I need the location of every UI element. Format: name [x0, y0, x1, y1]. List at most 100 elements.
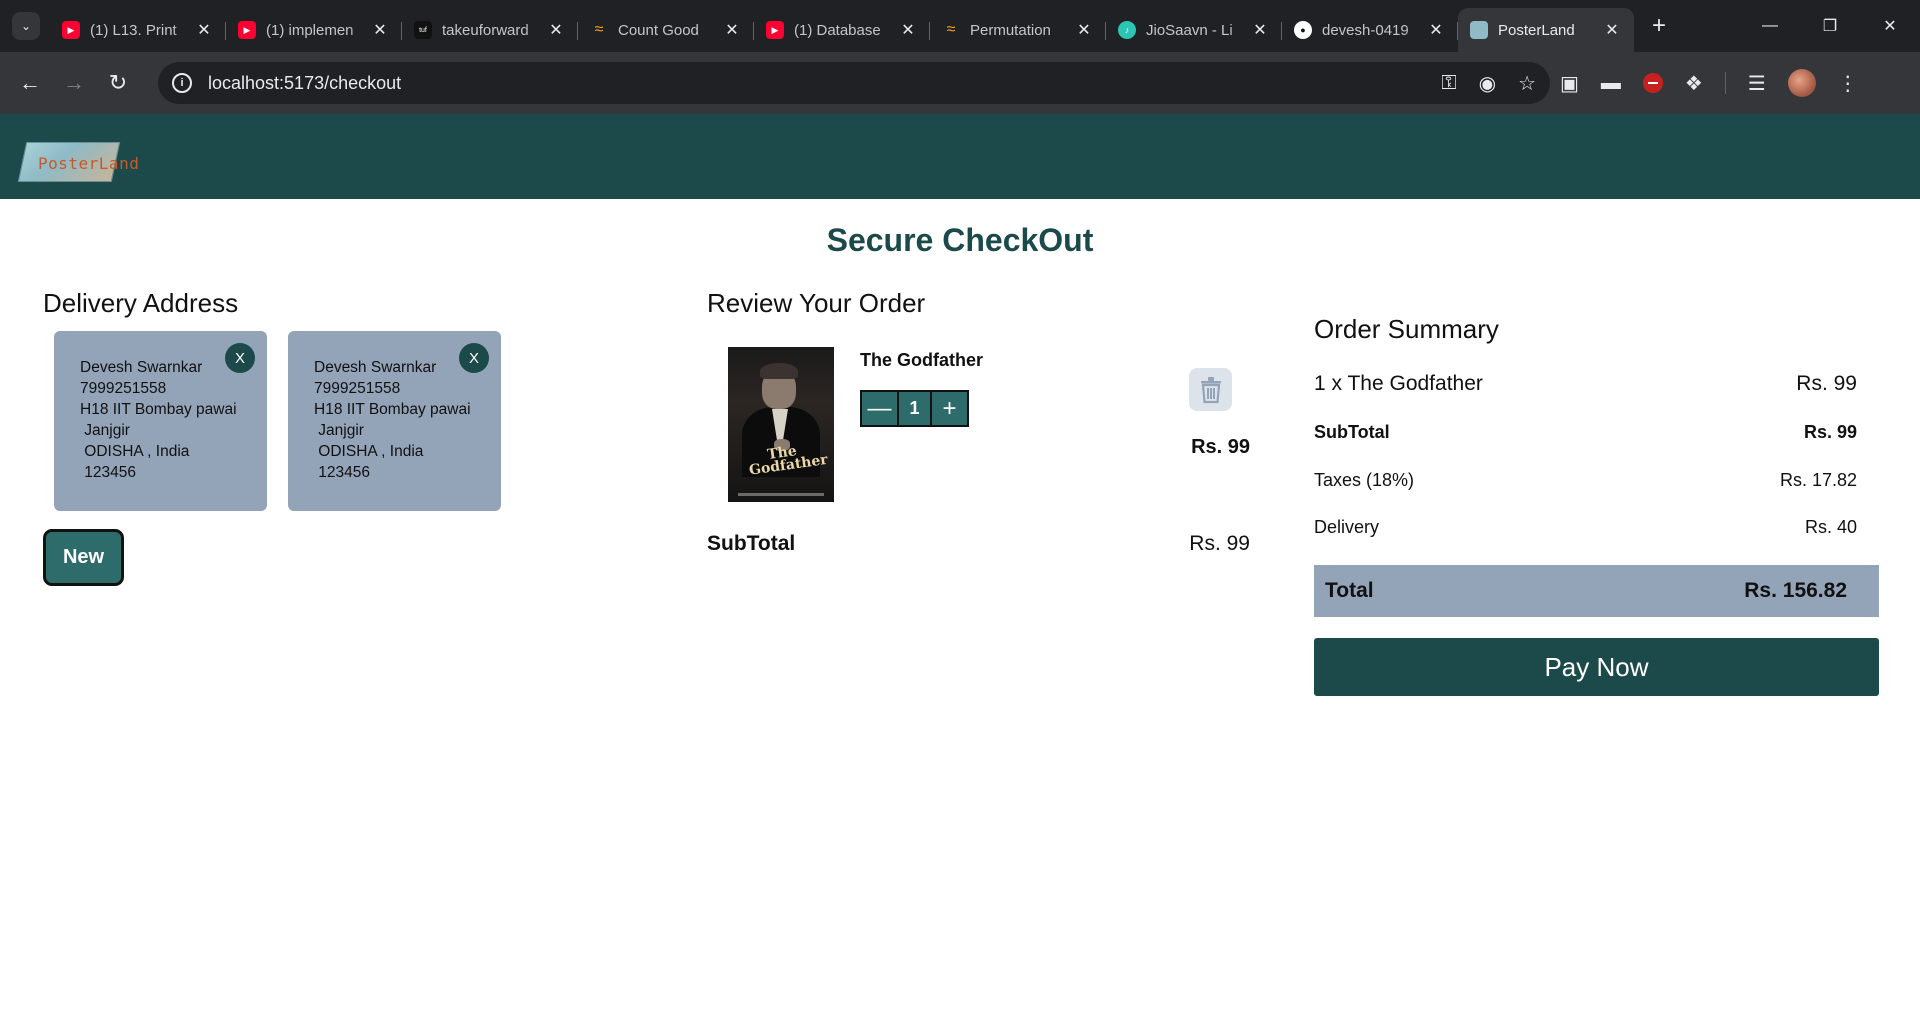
- summary-delivery-label: Delivery: [1314, 517, 1380, 537]
- address-card[interactable]: Devesh Swarnkar 7999251558 H18 IIT Bomba…: [54, 331, 267, 511]
- forward-arrow-icon[interactable]: →: [52, 61, 96, 105]
- puzzle-extensions-icon[interactable]: ❖: [1685, 71, 1703, 96]
- address-line: 7999251558: [314, 380, 401, 397]
- summary-line-item-label: 1 x The Godfather: [1314, 372, 1483, 395]
- tab-title: Permutation: [970, 21, 1051, 39]
- decrement-minus-icon[interactable]: —: [862, 392, 897, 425]
- address-line: Janjgir: [80, 422, 130, 439]
- trash-icon: [1200, 376, 1221, 403]
- increment-plus-icon[interactable]: +: [932, 392, 967, 425]
- tab-title: JioSaavn - Li: [1146, 21, 1233, 39]
- browser-tab[interactable]: ▶ (1) L13. Print ✕: [50, 8, 226, 52]
- close-tab-icon[interactable]: ✕: [898, 20, 918, 40]
- browser-tab[interactable]: ≈ Count Good ✕: [578, 8, 754, 52]
- menu-kebab-icon[interactable]: ⋮: [1838, 71, 1858, 96]
- close-tab-icon[interactable]: ✕: [194, 20, 214, 40]
- review-order-heading: Review Your Order: [707, 288, 926, 318]
- review-subtotal-value: Rs. 99: [1189, 532, 1250, 555]
- logo-text: PosterLand: [38, 154, 140, 173]
- browser-tab[interactable]: tuf takeuforward ✕: [402, 8, 578, 52]
- browser-toolbar: ← → ↻ i localhost:5173/checkout ⚿ ◉ ☆ ▣ …: [0, 52, 1920, 114]
- site-header: PosterLand: [0, 114, 1920, 199]
- summary-total-value: Rs. 156.82: [1744, 579, 1847, 602]
- address-line: 123456: [80, 464, 137, 481]
- leetcode-icon: ≈: [594, 21, 604, 38]
- site-info-icon[interactable]: i: [172, 73, 192, 93]
- window-close-icon[interactable]: ✕: [1860, 0, 1920, 52]
- tab-title: (1) L13. Print: [90, 21, 177, 39]
- browser-tab[interactable]: ● devesh-0419 ✕: [1282, 8, 1458, 52]
- summary-subtotal-label: SubTotal: [1314, 422, 1390, 442]
- media-queue-icon[interactable]: ☰: [1748, 71, 1766, 96]
- tuf-icon: tuf: [414, 21, 432, 39]
- browser-tab-active[interactable]: PosterLand ✕: [1458, 8, 1634, 52]
- back-arrow-icon[interactable]: ←: [8, 61, 52, 105]
- tab-list: ▶ (1) L13. Print ✕ ▶ (1) implemen ✕ tuf …: [50, 0, 1634, 52]
- address-bar[interactable]: i localhost:5173/checkout ⚿ ◉ ☆: [158, 62, 1550, 104]
- summary-taxes-value: Rs. 17.82: [1779, 470, 1857, 490]
- summary-subtotal-row: SubTotal Rs. 99: [1314, 422, 1857, 443]
- youtube-icon: ▶: [238, 21, 256, 39]
- github-icon: ●: [1294, 21, 1312, 39]
- close-tab-icon[interactable]: ✕: [1602, 20, 1622, 40]
- order-summary-heading: Order Summary: [1314, 314, 1499, 344]
- review-subtotal-label: SubTotal: [707, 532, 796, 555]
- bookmark-star-icon[interactable]: ☆: [1518, 71, 1536, 96]
- youtube-icon: ▶: [766, 21, 784, 39]
- profile-avatar-icon[interactable]: [1787, 69, 1816, 97]
- address-line: 123456: [314, 464, 371, 481]
- poster-figure-hair: [760, 363, 798, 379]
- address-line: Janjgir: [314, 422, 364, 439]
- posterland-logo[interactable]: PosterLand: [17, 142, 139, 184]
- new-tab-plus-icon[interactable]: +: [1652, 14, 1666, 38]
- address-line: ODISHA , India: [314, 443, 424, 460]
- summary-line-item-row: 1 x The Godfather Rs. 99: [1314, 372, 1857, 396]
- blocker-extension-icon[interactable]: [1642, 73, 1663, 93]
- close-tab-icon[interactable]: ✕: [722, 20, 742, 40]
- key-icon[interactable]: ⚿: [1441, 72, 1456, 95]
- tab-title: (1) Database: [794, 21, 881, 39]
- page-title: Secure CheckOut: [826, 222, 1094, 258]
- address-card[interactable]: Devesh Swarnkar 7999251558 H18 IIT Bomba…: [288, 331, 501, 511]
- summary-taxes-row: Taxes (18%) Rs. 17.82: [1314, 470, 1857, 491]
- close-tab-icon[interactable]: ✕: [1250, 20, 1270, 40]
- summary-total-label: Total: [1325, 579, 1374, 602]
- tab-title: (1) implemen: [266, 21, 354, 39]
- close-tab-icon[interactable]: ✕: [1426, 20, 1446, 40]
- mustache-extension-icon[interactable]: ▬: [1601, 72, 1621, 95]
- close-tab-icon[interactable]: ✕: [1074, 20, 1094, 40]
- new-address-button[interactable]: New: [43, 529, 124, 586]
- tab-search-chevron-icon[interactable]: ⌄: [12, 12, 40, 40]
- url-text[interactable]: localhost:5173/checkout: [208, 73, 401, 94]
- restore-icon[interactable]: ❐: [1800, 0, 1860, 52]
- summary-delivery-value: Rs. 40: [1804, 517, 1857, 537]
- youtube-icon: ▶: [62, 21, 80, 39]
- delivery-address-heading: Delivery Address: [43, 288, 239, 318]
- tab-title: Count Good: [618, 21, 699, 39]
- cast-extension-icon[interactable]: ▣: [1560, 71, 1579, 96]
- address-line: H18 IIT Bombay pawai: [80, 401, 237, 418]
- delete-item-button[interactable]: [1189, 368, 1232, 411]
- close-tab-icon[interactable]: ✕: [546, 20, 566, 40]
- remove-address-button[interactable]: X: [459, 343, 489, 373]
- browser-tab[interactable]: ♪ JioSaavn - Li ✕: [1106, 8, 1282, 52]
- eye-icon[interactable]: ◉: [1479, 71, 1496, 96]
- godfather-poster-image: The Godfather: [728, 347, 834, 502]
- close-tab-icon[interactable]: ✕: [370, 20, 390, 40]
- pay-now-button[interactable]: Pay Now: [1314, 638, 1879, 696]
- minimize-icon[interactable]: —: [1740, 0, 1800, 52]
- summary-delivery-row: Delivery Rs. 40: [1314, 517, 1857, 538]
- window-controls: — ❐ ✕: [1740, 0, 1920, 52]
- browser-tab[interactable]: ▶ (1) Database ✕: [754, 8, 930, 52]
- tab-title: PosterLand: [1498, 21, 1575, 39]
- browser-tab[interactable]: ▶ (1) implemen ✕: [226, 8, 402, 52]
- omnibox-actions: ⚿ ◉ ☆: [1441, 62, 1536, 104]
- summary-taxes-label: Taxes (18%): [1314, 470, 1415, 490]
- reload-icon[interactable]: ↻: [96, 61, 140, 105]
- poster-credits-bar: [738, 493, 824, 496]
- browser-tab[interactable]: ≈ Permutation ✕: [930, 8, 1106, 52]
- remove-address-button[interactable]: X: [225, 343, 255, 373]
- jiosaavn-icon: ♪: [1118, 21, 1136, 39]
- summary-total-bar: Total Rs. 156.82: [1314, 565, 1879, 617]
- address-line: 7999251558: [80, 380, 167, 397]
